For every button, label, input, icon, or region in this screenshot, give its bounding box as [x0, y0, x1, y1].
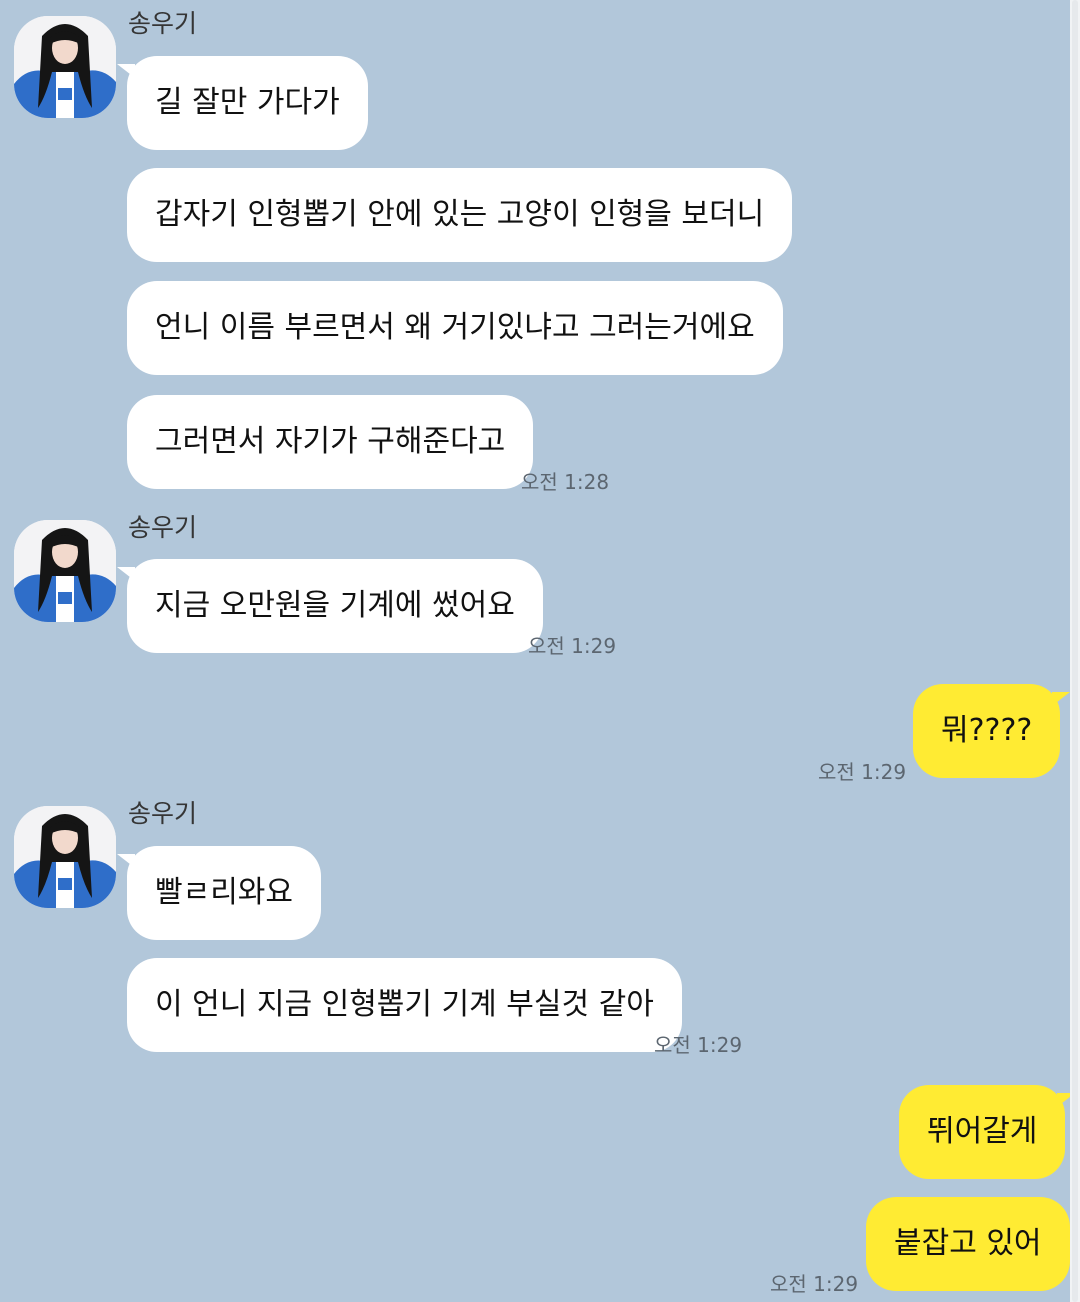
message-bubble[interactable]: 그러면서 자기가 구해준다고	[127, 395, 534, 489]
profile-photo-icon	[14, 520, 116, 622]
message-bubble[interactable]: 이 언니 지금 인형뽑기 기계 부실것 같아	[127, 958, 682, 1052]
message-bubble[interactable]: 갑자기 인형뽑기 안에 있는 고양이 인형을 보더니	[127, 168, 793, 262]
message-bubble[interactable]: 뛰어갈게	[899, 1085, 1076, 1179]
message-bubble[interactable]: 뭐????	[913, 684, 1071, 778]
message-bubble[interactable]: 빨ㄹ리와요	[117, 846, 321, 940]
sender-name: 송우기	[128, 9, 198, 38]
message-timestamp: 오전 1:29	[528, 634, 617, 658]
message-timestamp: 오전 1:29	[654, 1033, 743, 1057]
scrollbar[interactable]	[1070, 0, 1080, 1302]
message-bubble[interactable]: 붙잡고 있어	[866, 1197, 1070, 1291]
message-bubble[interactable]: 지금 오만원을 기계에 썼어요	[117, 559, 543, 653]
message-timestamp: 오전 1:28	[521, 470, 610, 494]
sender-name: 송우기	[128, 513, 198, 542]
message-bubble[interactable]: 언니 이름 부르면서 왜 거기있냐고 그러는거에요	[127, 281, 783, 375]
message-timestamp: 오전 1:29	[818, 760, 907, 784]
sender-name: 송우기	[128, 799, 198, 828]
avatar[interactable]	[14, 16, 116, 118]
profile-photo-icon	[14, 806, 116, 908]
profile-photo-icon	[14, 16, 116, 118]
chat-room: 송우기 길 잘만 가다가 갑자기 인형뽑기 안에 있는 고양이 인형을 보더니 …	[0, 0, 1080, 1302]
message-bubble[interactable]: 길 잘만 가다가	[117, 56, 368, 150]
scrollbar-thumb[interactable]	[1072, 0, 1078, 1302]
avatar[interactable]	[14, 520, 116, 622]
avatar[interactable]	[14, 806, 116, 908]
message-timestamp: 오전 1:29	[770, 1272, 859, 1296]
